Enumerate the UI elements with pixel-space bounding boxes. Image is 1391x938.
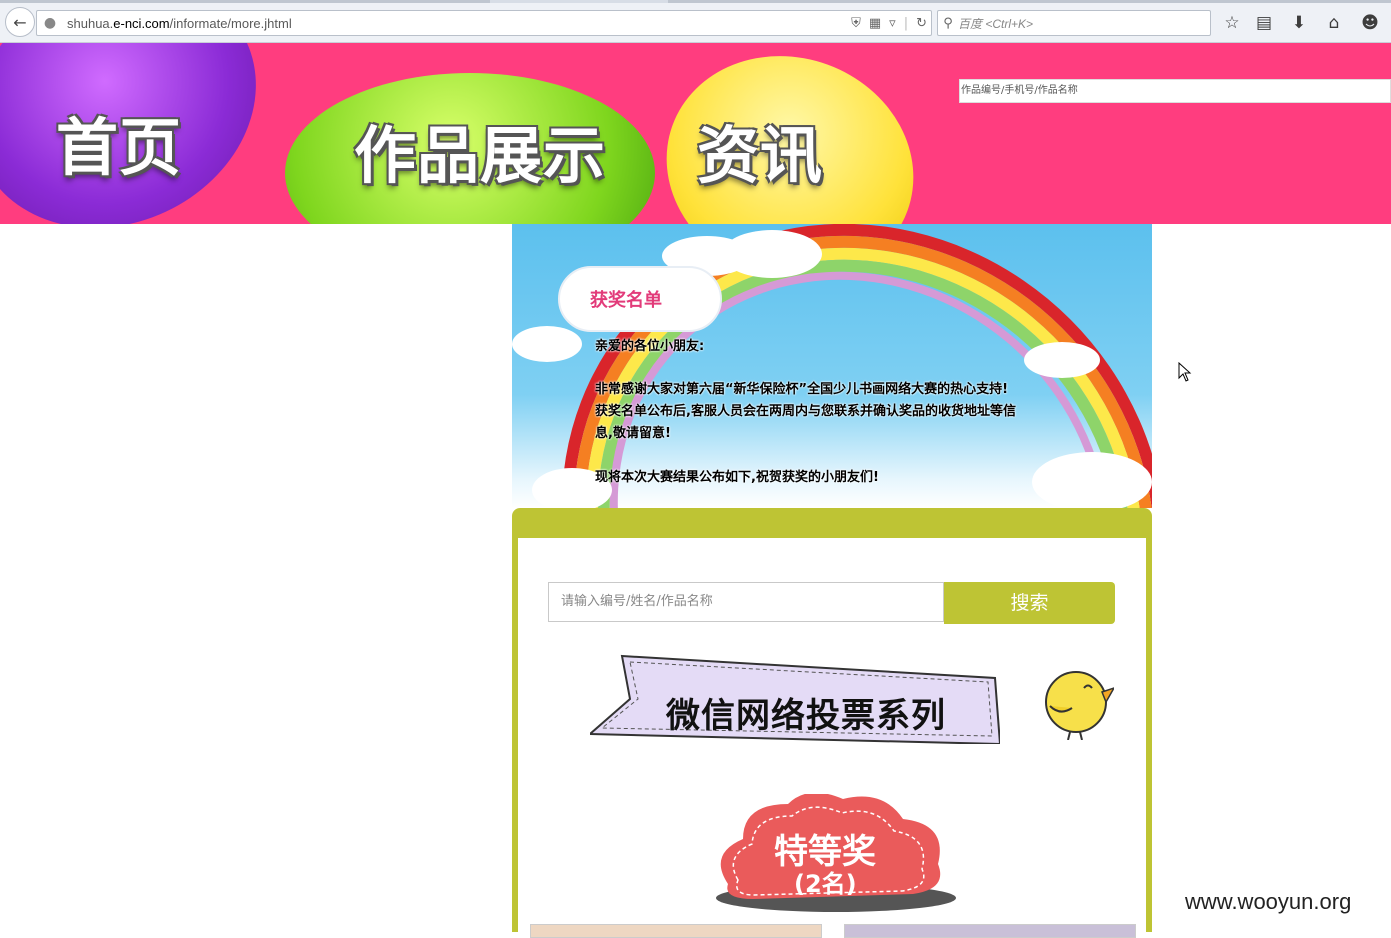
- artwork-thumbnail[interactable]: [844, 924, 1136, 938]
- search-icon: ⚲: [943, 15, 953, 31]
- header-search-input[interactable]: 作品编号/手机号/作品名称: [959, 79, 1391, 103]
- bird-icon: [1045, 671, 1114, 740]
- home-icon[interactable]: ⌂: [1323, 12, 1345, 34]
- award-count: (2名): [794, 870, 857, 898]
- url-domain: e-nci.com: [113, 15, 170, 31]
- nav-news[interactable]: 资讯: [697, 105, 823, 195]
- notice-line-3: 息,敬请留意!: [595, 426, 671, 441]
- bookmark-star-icon[interactable]: ☆: [1221, 12, 1243, 34]
- nav-works-gallery[interactable]: 作品展示: [354, 105, 606, 195]
- reading-list-icon[interactable]: ▤: [1253, 12, 1275, 34]
- results-panel: 请输入编号/姓名/作品名称 搜索 微信网络投票系列 特等奖 (2名): [518, 538, 1146, 938]
- cloud-decoration: [1032, 452, 1152, 508]
- shield-icon[interactable]: ⛨: [851, 16, 861, 31]
- tab-inactive-right[interactable]: [668, 0, 1391, 3]
- watermark: www.wooyun.org: [1185, 889, 1352, 914]
- back-button[interactable]: ←: [5, 7, 35, 37]
- site-header-banner: 首页 作品展示 资讯 作品编号/手机号/作品名称: [0, 43, 1391, 224]
- browser-search-box[interactable]: ⚲ 百度 <Ctrl+K>: [937, 10, 1211, 36]
- cloud-decoration: [512, 326, 582, 362]
- browser-toolbar: ← ● shuhua.e-nci.com/informate/more.jhtm…: [0, 0, 1391, 43]
- tab-inactive-left[interactable]: [0, 0, 490, 3]
- results-search-button[interactable]: 搜索: [944, 582, 1115, 624]
- rainbow-notice-panel: 获奖名单 亲爱的各位小朋友: 非常感谢大家对第六届“新华保险杯”全国少儿书画网络…: [512, 224, 1152, 508]
- browser-search-placeholder: 百度 <Ctrl+K>: [958, 16, 1034, 31]
- reload-icon[interactable]: ↻: [916, 16, 927, 31]
- cloud-decoration: [722, 230, 822, 278]
- url-text: shuhua.e-nci.com/informate/more.jhtml: [67, 16, 292, 31]
- notice-line-2: 获奖名单公布后,客服人员会在两周内与您联系并确认奖品的收货地址等信: [595, 404, 1016, 419]
- notice-title: 获奖名单: [590, 290, 662, 311]
- series-banner-text: 微信网络投票系列: [666, 696, 946, 736]
- qr-code-icon[interactable]: ▦: [869, 16, 881, 31]
- notice-line-4: 现将本次大赛结果公布如下,祝贺获奖的小朋友们!: [595, 470, 879, 485]
- download-icon[interactable]: ⬇: [1288, 12, 1310, 34]
- artwork-thumbnail[interactable]: [530, 924, 822, 938]
- cloud-decoration: [1024, 342, 1100, 378]
- separator: |: [903, 15, 909, 31]
- globe-icon: ●: [43, 15, 57, 31]
- notice-line-1: 非常感谢大家对第六届“新华保险杯”全国少儿书画网络大赛的热心支持!: [595, 382, 1009, 397]
- results-search-input[interactable]: 请输入编号/姓名/作品名称: [548, 582, 944, 622]
- dropdown-arrow-icon[interactable]: ▿: [889, 16, 896, 31]
- mouse-cursor-icon: [1178, 362, 1192, 382]
- url-prefix: shuhua.: [67, 15, 114, 31]
- chat-icon[interactable]: ☻: [1359, 12, 1381, 34]
- nav-home[interactable]: 首页: [56, 97, 182, 187]
- back-arrow-icon: ←: [13, 12, 27, 32]
- main-content: 获奖名单 亲爱的各位小朋友: 非常感谢大家对第六届“新华保险杯”全国少儿书画网络…: [512, 224, 1152, 938]
- results-frame: 请输入编号/姓名/作品名称 搜索 微信网络投票系列 特等奖 (2名): [512, 508, 1152, 938]
- notice-greeting: 亲爱的各位小朋友:: [595, 339, 705, 354]
- url-path: /informate/more.jhtml: [169, 15, 292, 31]
- address-bar[interactable]: ● shuhua.e-nci.com/informate/more.jhtml …: [36, 10, 932, 36]
